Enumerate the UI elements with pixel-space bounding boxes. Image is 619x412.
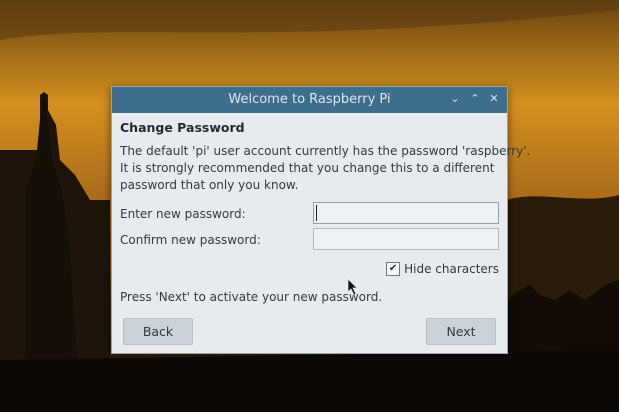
description-line: password that only you know. bbox=[120, 178, 299, 192]
minimize-icon[interactable]: ⌄ bbox=[447, 91, 463, 107]
dialog-content: Change Password The default 'pi' user ac… bbox=[120, 113, 531, 353]
hide-characters-checkbox[interactable]: ✔ bbox=[386, 262, 401, 276]
text-caret bbox=[316, 205, 317, 221]
hide-characters-toggle[interactable]: ✔ Hide characters bbox=[386, 262, 499, 276]
hide-characters-label: Hide characters bbox=[404, 262, 499, 276]
next-button[interactable]: Next bbox=[426, 318, 496, 345]
description-line: The default 'pi' user account currently … bbox=[120, 144, 531, 158]
page-heading: Change Password bbox=[120, 120, 245, 135]
maximize-icon[interactable]: ⌃ bbox=[467, 91, 483, 107]
new-password-label: Enter new password: bbox=[120, 207, 246, 221]
mouse-pointer-icon bbox=[347, 278, 358, 296]
description-line: It is strongly recommended that you chan… bbox=[120, 161, 495, 175]
description: The default 'pi' user account currently … bbox=[120, 143, 531, 194]
welcome-dialog: Welcome to Raspberry Pi ⌄ ⌃ ✕ Change Pas… bbox=[111, 86, 531, 354]
title-bar[interactable]: Welcome to Raspberry Pi ⌄ ⌃ ✕ bbox=[112, 87, 507, 113]
new-password-field[interactable] bbox=[313, 202, 499, 224]
close-icon[interactable]: ✕ bbox=[486, 91, 502, 107]
back-button[interactable]: Back bbox=[123, 318, 193, 345]
confirm-password-label: Confirm new password: bbox=[120, 233, 261, 247]
hint-text: Press 'Next' to activate your new passwo… bbox=[120, 290, 383, 304]
confirm-password-field[interactable] bbox=[313, 228, 499, 250]
